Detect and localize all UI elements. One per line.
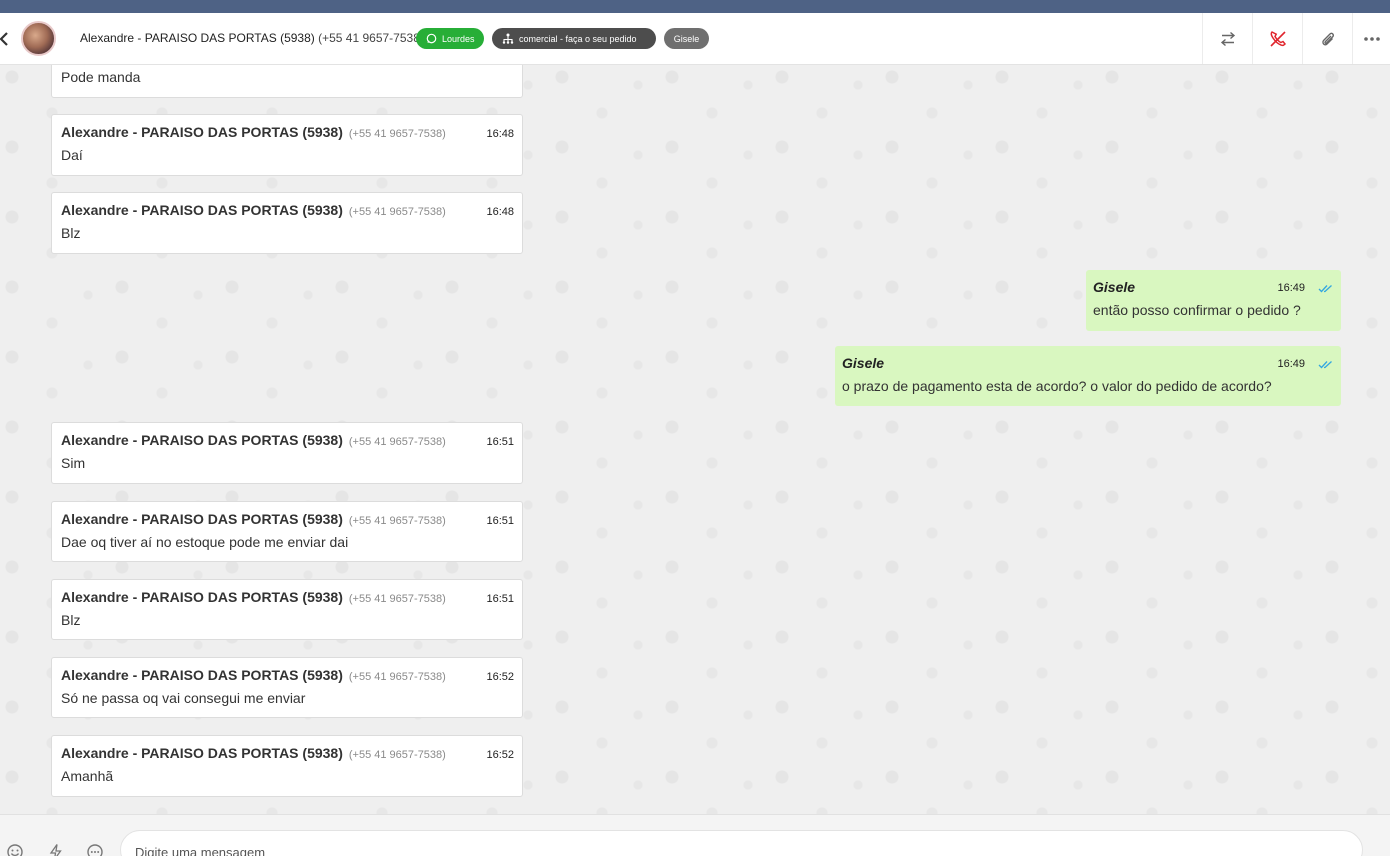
message-sender-phone: (+55 41 9657-7538) — [348, 206, 446, 218]
message-sender-phone: (+55 41 9657-7538) — [348, 436, 446, 448]
agent-badge[interactable]: Gisele — [664, 28, 709, 49]
message-text: Sim — [61, 455, 86, 471]
message-list[interactable]: Pode manda Alexandre - PARAISO DAS PORTA… — [0, 65, 1390, 814]
contact-name: Alexandre - PARAISO DAS PORTAS (5938) — [80, 31, 315, 45]
message-sender: Alexandre - PARAISO DAS PORTAS (5938) — [61, 202, 343, 218]
message-incoming: Alexandre - PARAISO DAS PORTAS (5938) (+… — [51, 501, 523, 562]
message-sender: Gisele — [1093, 279, 1136, 295]
more-button[interactable] — [1352, 13, 1390, 64]
header-actions — [1202, 13, 1390, 64]
contact-phone: (+55 41 9657-7538) — [318, 31, 424, 45]
message-time: 16:48 — [486, 128, 514, 140]
message-sender: Alexandre - PARAISO DAS PORTAS (5938) — [61, 432, 343, 448]
options-icon[interactable] — [86, 843, 104, 856]
message-sender-phone: (+55 41 9657-7538) — [348, 749, 446, 761]
message-text: então posso confirmar o pedido ? — [1093, 302, 1301, 318]
message-sender: Alexandre - PARAISO DAS PORTAS (5938) — [61, 589, 343, 605]
message-text: Amanhã — [61, 768, 114, 784]
message-time: 16:52 — [486, 671, 514, 683]
message-incoming: Alexandre - PARAISO DAS PORTAS (5938) (+… — [51, 114, 523, 176]
message-text: o prazo de pagamento esta de acordo? o v… — [842, 378, 1272, 394]
department-badge[interactable]: comercial - faça o seu pedido — [492, 28, 656, 49]
message-text: Blz — [61, 612, 81, 628]
message-text: Só ne passa oq vai consegui me enviar — [61, 690, 306, 706]
composer-bar — [0, 814, 1390, 856]
message-sender: Alexandre - PARAISO DAS PORTAS (5938) — [61, 511, 343, 527]
message-time: 16:51 — [486, 593, 514, 605]
attach-button[interactable] — [1302, 13, 1352, 64]
read-ticks-icon — [1318, 361, 1332, 369]
message-time: 16:48 — [486, 206, 514, 218]
message-sender: Alexandre - PARAISO DAS PORTAS (5938) — [61, 667, 343, 683]
quick-reply-icon[interactable] — [47, 843, 65, 856]
avatar[interactable] — [21, 21, 56, 56]
channel-badge[interactable]: Lourdes — [416, 28, 484, 49]
message-time: 16:51 — [486, 436, 514, 448]
attachment-icon — [1321, 32, 1334, 45]
whatsapp-icon — [426, 33, 437, 44]
message-outgoing: Gisele 16:49 o prazo de pagamento esta d… — [835, 346, 1341, 406]
message-sender-phone: (+55 41 9657-7538) — [348, 671, 446, 683]
read-ticks-icon — [1318, 285, 1332, 293]
back-icon[interactable] — [0, 29, 12, 49]
chat-header: Alexandre - PARAISO DAS PORTAS (5938) (+… — [0, 13, 1390, 65]
department-icon — [502, 33, 514, 44]
more-icon — [1363, 36, 1380, 41]
contact-title: Alexandre - PARAISO DAS PORTAS (5938) (+… — [80, 31, 424, 45]
message-sender-phone: (+55 41 9657-7538) — [348, 593, 446, 605]
message-input[interactable] — [135, 845, 1335, 856]
message-incoming: Alexandre - PARAISO DAS PORTAS (5938) (+… — [51, 192, 523, 254]
end-call-button[interactable] — [1252, 13, 1302, 64]
message-time: 16:49 — [1277, 358, 1305, 370]
message-outgoing: Gisele 16:49 então posso confirmar o ped… — [1086, 270, 1341, 331]
message-text: Pode manda — [61, 69, 141, 85]
message-incoming: Alexandre - PARAISO DAS PORTAS (5938) (+… — [51, 657, 523, 718]
top-bar — [0, 0, 1390, 13]
message-incoming: Pode manda — [51, 65, 523, 98]
message-time: 16:51 — [486, 515, 514, 527]
message-sender-phone: (+55 41 9657-7538) — [348, 128, 446, 140]
message-text: Dae oq tiver aí no estoque pode me envia… — [61, 534, 349, 550]
channel-badge-label: Lourdes — [442, 33, 475, 44]
message-text: Daí — [61, 147, 83, 163]
message-time: 16:49 — [1277, 282, 1305, 294]
department-badge-label: comercial - faça o seu pedido — [519, 33, 637, 44]
message-incoming: Alexandre - PARAISO DAS PORTAS (5938) (+… — [51, 735, 523, 797]
message-incoming: Alexandre - PARAISO DAS PORTAS (5938) (+… — [51, 422, 523, 484]
message-incoming: Alexandre - PARAISO DAS PORTAS (5938) (+… — [51, 579, 523, 640]
message-sender: Alexandre - PARAISO DAS PORTAS (5938) — [61, 124, 343, 140]
message-composer[interactable] — [120, 830, 1363, 856]
message-sender: Gisele — [842, 355, 885, 371]
agent-badge-label: Gisele — [673, 33, 700, 44]
end-call-icon — [1269, 30, 1286, 47]
emoji-icon[interactable] — [6, 843, 24, 856]
transfer-button[interactable] — [1202, 13, 1252, 64]
message-time: 16:52 — [486, 749, 514, 761]
message-text: Blz — [61, 225, 81, 241]
transfer-icon — [1220, 31, 1235, 46]
message-sender: Alexandre - PARAISO DAS PORTAS (5938) — [61, 745, 343, 761]
message-sender-phone: (+55 41 9657-7538) — [348, 515, 446, 527]
